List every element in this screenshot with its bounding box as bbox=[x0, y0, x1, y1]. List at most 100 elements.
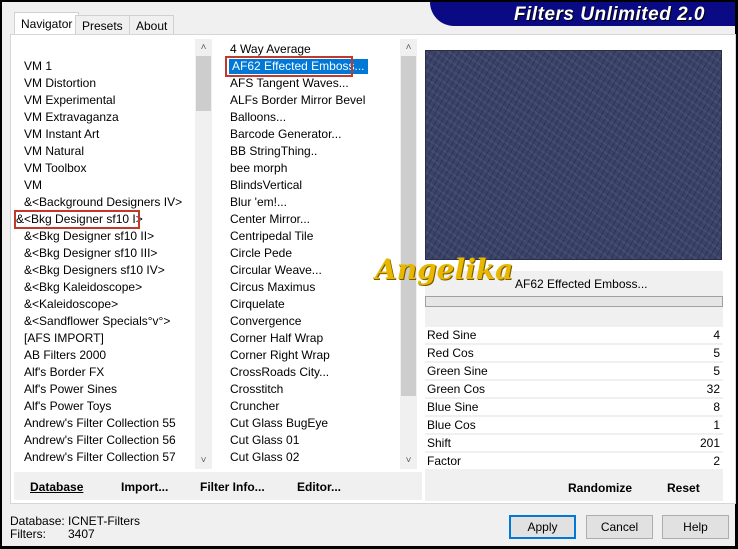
cancel-button[interactable]: Cancel bbox=[586, 515, 653, 539]
category-item[interactable]: VM Instant Art bbox=[24, 126, 99, 143]
filter-item[interactable]: Corner Right Wrap bbox=[230, 347, 330, 364]
param-label: Factor bbox=[427, 454, 462, 468]
filters-count-label: Filters: bbox=[10, 527, 46, 541]
category-item[interactable]: Alf's Border FX bbox=[24, 364, 104, 381]
filter-item[interactable]: Cut Glass BugEye bbox=[230, 415, 328, 432]
category-scrollbar[interactable]: ˄ ˅ bbox=[195, 39, 212, 469]
scroll-thumb[interactable] bbox=[401, 56, 416, 396]
scroll-up-icon[interactable]: ˄ bbox=[400, 39, 417, 56]
param-label: Green Cos bbox=[427, 382, 486, 396]
filter-list[interactable]: 4 Way Average AF62 Effected Emboss... AFS … bbox=[218, 39, 400, 469]
database-value: ICNET-Filters bbox=[68, 514, 140, 528]
filter-item[interactable]: Circus Maximus bbox=[230, 279, 315, 296]
param-value: 5 bbox=[713, 364, 720, 378]
highlight-box bbox=[14, 210, 140, 229]
param-slider-red-sine[interactable]: Red Sine 4 bbox=[425, 327, 723, 343]
filter-item[interactable]: Blur 'em!... bbox=[230, 194, 287, 211]
category-item[interactable]: &<Bkg Designer sf10 II> bbox=[24, 228, 154, 245]
filter-item[interactable]: Circle Pede bbox=[230, 245, 292, 262]
category-item[interactable]: VM Extravaganza bbox=[24, 109, 119, 126]
param-label: Blue Cos bbox=[427, 418, 476, 432]
tab-navigator[interactable]: Navigator bbox=[14, 12, 80, 36]
param-slider-factor[interactable]: Factor 2 bbox=[425, 453, 723, 469]
filter-item[interactable]: Balloons... bbox=[230, 109, 286, 126]
category-item[interactable]: Alf's Power Toys bbox=[24, 398, 111, 415]
param-value: 5 bbox=[713, 346, 720, 360]
param-slider-green-cos[interactable]: Green Cos 32 bbox=[425, 381, 723, 397]
filter-item[interactable]: AFS Tangent Waves... bbox=[230, 75, 349, 92]
param-label: Red Cos bbox=[427, 346, 474, 360]
param-value: 1 bbox=[713, 418, 720, 432]
tab-about[interactable]: About bbox=[129, 15, 175, 35]
category-item[interactable]: &<Bkg Designers sf10 IV> bbox=[24, 262, 165, 279]
category-item[interactable]: [AFS IMPORT] bbox=[24, 330, 104, 347]
category-item[interactable]: Alf's Power Sines bbox=[24, 381, 117, 398]
filter-item[interactable]: Convergence bbox=[230, 313, 301, 330]
filter-item[interactable]: BB StringThing.. bbox=[230, 143, 317, 160]
tab-presets[interactable]: Presets bbox=[75, 15, 130, 35]
category-item[interactable]: VM 1 bbox=[24, 58, 52, 75]
category-item[interactable]: VM bbox=[24, 177, 42, 194]
param-label: Shift bbox=[427, 436, 452, 450]
editor-button[interactable]: Editor... bbox=[297, 480, 341, 494]
scroll-thumb[interactable] bbox=[196, 56, 211, 111]
category-item[interactable]: Andrew's Filter Collection 58 bbox=[24, 466, 176, 469]
param-slider-blue-sine[interactable]: Blue Sine 8 bbox=[425, 399, 723, 415]
filter-info-button[interactable]: Filter Info... bbox=[200, 480, 265, 494]
filter-item[interactable]: Center Mirror... bbox=[230, 211, 310, 228]
scroll-down-icon[interactable]: ˅ bbox=[195, 452, 212, 469]
filter-preview-image bbox=[425, 50, 722, 260]
filter-item[interactable]: Barcode Generator... bbox=[230, 126, 341, 143]
filter-item[interactable]: ALFs Border Mirror Bevel bbox=[230, 92, 365, 109]
category-item[interactable]: &<Kaleidoscope> bbox=[24, 296, 118, 313]
angelika-watermark: Angelika bbox=[375, 253, 514, 286]
category-item[interactable]: &<Bkg Kaleidoscope> bbox=[24, 279, 142, 296]
highlight-box bbox=[225, 56, 353, 77]
filter-item[interactable]: bee morph bbox=[230, 160, 287, 177]
category-item[interactable]: VM Natural bbox=[24, 143, 84, 160]
database-button[interactable]: Database bbox=[30, 480, 83, 494]
filter-item[interactable]: Cruncher bbox=[230, 398, 279, 415]
app-title: Filters Unlimited 2.0 bbox=[513, 4, 705, 25]
category-item[interactable]: Andrew's Filter Collection 56 bbox=[24, 432, 176, 449]
category-item[interactable]: &<Bkg Designer sf10 III> bbox=[24, 245, 157, 262]
scroll-up-icon[interactable]: ˄ bbox=[195, 39, 212, 56]
filter-item[interactable]: Centripedal Tile bbox=[230, 228, 313, 245]
category-item[interactable]: Andrew's Filter Collection 57 bbox=[24, 449, 176, 466]
filter-item[interactable]: Crosstitch bbox=[230, 381, 283, 398]
randomize-button[interactable]: Randomize bbox=[568, 481, 632, 495]
param-value: 4 bbox=[713, 328, 720, 342]
param-value: 2 bbox=[713, 454, 720, 468]
category-item[interactable]: VM Toolbox bbox=[24, 160, 86, 177]
category-item[interactable]: VM Experimental bbox=[24, 92, 115, 109]
filter-item[interactable]: Cut Glass 01 bbox=[230, 432, 299, 449]
param-slider-green-sine[interactable]: Green Sine 5 bbox=[425, 363, 723, 379]
database-label: Database: bbox=[10, 514, 65, 528]
filter-item[interactable]: Circular Weave... bbox=[230, 262, 322, 279]
reset-button[interactable]: Reset bbox=[667, 481, 700, 495]
param-slider-blue-cos[interactable]: Blue Cos 1 bbox=[425, 417, 723, 433]
category-item[interactable]: VM Distortion bbox=[24, 75, 96, 92]
scroll-down-icon[interactable]: ˅ bbox=[400, 452, 417, 469]
apply-button[interactable]: Apply bbox=[509, 515, 576, 539]
import-button[interactable]: Import... bbox=[121, 480, 168, 494]
param-value: 32 bbox=[706, 382, 720, 396]
filter-item[interactable]: Cut Glass 03 bbox=[230, 466, 299, 469]
filter-item[interactable]: Cirquelate bbox=[230, 296, 285, 313]
filter-item[interactable]: Cut Glass 02 bbox=[230, 449, 299, 466]
param-value: 8 bbox=[713, 400, 720, 414]
filter-item[interactable]: CrossRoads City... bbox=[230, 364, 329, 381]
filter-item[interactable]: BlindsVertical bbox=[230, 177, 302, 194]
category-list[interactable]: VM 1 VM Distortion VM Experimental VM Extra… bbox=[14, 39, 195, 469]
category-item[interactable]: AB Filters 2000 bbox=[24, 347, 106, 364]
filters-count-value: 3407 bbox=[68, 527, 95, 541]
category-item[interactable]: &<Background Designers IV> bbox=[24, 194, 182, 211]
category-item[interactable]: Andrew's Filter Collection 55 bbox=[24, 415, 176, 432]
help-button[interactable]: Help bbox=[662, 515, 729, 539]
param-slider-shift[interactable]: Shift 201 bbox=[425, 435, 723, 451]
category-item[interactable]: &<Sandflower Specials°v°> bbox=[24, 313, 170, 330]
filter-name-label: AF62 Effected Emboss... bbox=[515, 277, 648, 291]
filter-item[interactable]: Corner Half Wrap bbox=[230, 330, 323, 347]
title-banner: Filters Unlimited 2.0 bbox=[430, 2, 735, 26]
param-slider-red-cos[interactable]: Red Cos 5 bbox=[425, 345, 723, 361]
